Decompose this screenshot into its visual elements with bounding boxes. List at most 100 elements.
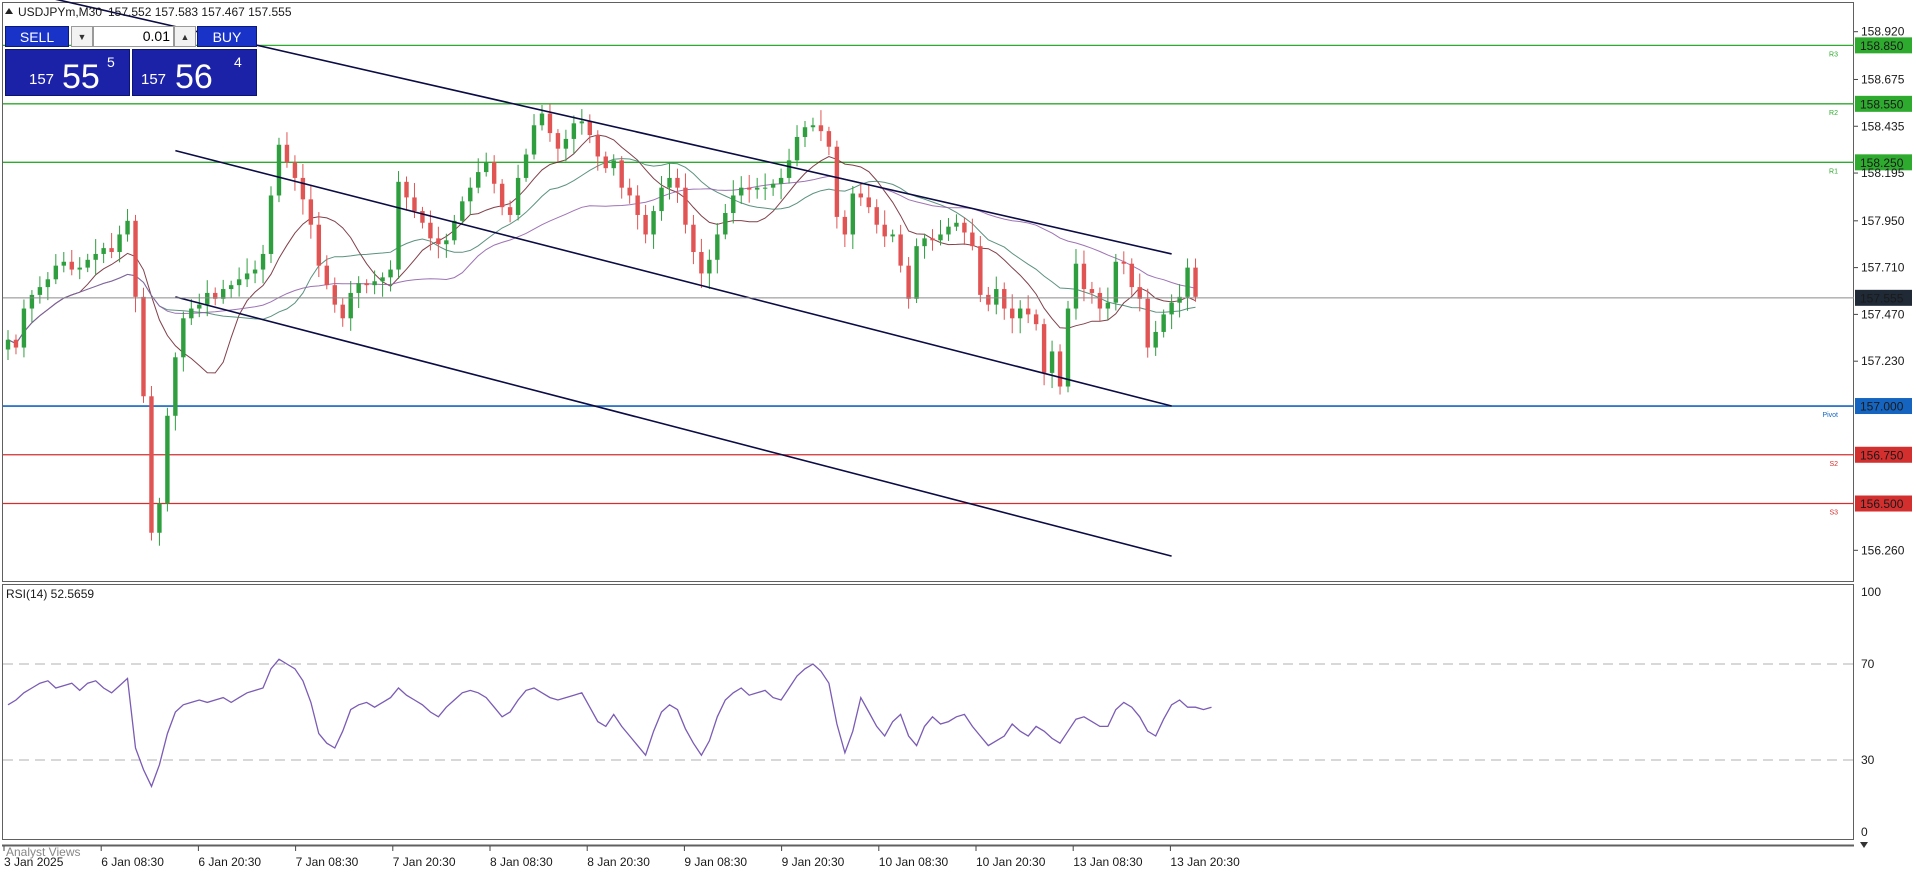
- lot-size-input[interactable]: 0.01: [93, 26, 174, 47]
- candle-body: [452, 220, 457, 241]
- candle-body: [244, 273, 250, 280]
- candle-body: [627, 187, 632, 196]
- candle-body: [747, 187, 752, 190]
- candle-body: [754, 187, 760, 190]
- trading-chart: R3158.850R2158.550R1158.250Pivot157.000S…: [2, 0, 1912, 869]
- candle-body: [412, 197, 417, 212]
- candle-body: [954, 222, 959, 227]
- candle-body: [555, 133, 561, 149]
- rsi-indicator: 100 70 30 0: [3, 585, 1881, 839]
- candle-body: [659, 187, 664, 212]
- candle-body: [61, 261, 66, 266]
- candle-body: [810, 125, 816, 128]
- lot-decrease-button[interactable]: ▼: [71, 26, 93, 47]
- candle-body: [380, 277, 385, 282]
- time-tick-label: 8 Jan 08:30: [490, 855, 553, 869]
- scroll-arrow-icon[interactable]: [1860, 842, 1868, 848]
- sell-button[interactable]: SELL: [5, 26, 69, 47]
- candle-body: [715, 234, 720, 260]
- candle-body: [986, 294, 991, 305]
- ma-fast-line: [7, 134, 1196, 374]
- candle-body: [45, 279, 51, 288]
- channel-line-3: [175, 296, 1172, 557]
- candle-body: [1193, 267, 1198, 297]
- candle-body: [356, 283, 361, 293]
- candle-body: [396, 181, 401, 270]
- rsi-tick-label: 100: [1861, 585, 1881, 599]
- rsi-tick-label: 30: [1861, 753, 1875, 767]
- current-price-label: 157.555: [1860, 291, 1904, 305]
- candle-body: [762, 187, 768, 189]
- candle-body: [444, 240, 449, 245]
- candle-body: [906, 265, 911, 299]
- time-tick-label: 9 Jan 08:30: [684, 855, 747, 869]
- candle-body: [794, 136, 800, 161]
- candle-body: [197, 304, 202, 309]
- candle-body: [340, 304, 345, 319]
- time-tick-label: 6 Jan 20:30: [198, 855, 261, 869]
- candle-body: [579, 121, 585, 124]
- candle-body: [898, 234, 903, 266]
- level-price-r2: 158.550: [1860, 97, 1904, 111]
- candle-body: [141, 296, 146, 397]
- candle-body: [970, 232, 975, 247]
- price-tick-label: 158.435: [1861, 119, 1905, 133]
- candle-body: [1065, 308, 1071, 387]
- buy-price-sup: 4: [234, 54, 242, 70]
- candle-body: [1161, 314, 1166, 332]
- level-name-r3: R3: [1829, 51, 1838, 58]
- candle-body: [643, 214, 648, 235]
- candle-body: [1017, 308, 1023, 319]
- candle-body: [117, 234, 122, 253]
- candle-body: [499, 183, 505, 208]
- rsi-title: RSI(14) 52.5659: [6, 587, 94, 601]
- collapse-arrow-icon[interactable]: [5, 8, 13, 14]
- rsi-tick-label: 70: [1861, 657, 1875, 671]
- level-name-r2: R2: [1829, 110, 1838, 117]
- candle-body: [1169, 302, 1174, 315]
- level-name-pivot: Pivot: [1822, 412, 1838, 419]
- main-chart-frame: [2, 2, 1854, 582]
- candle-body: [428, 222, 433, 239]
- candle-body: [484, 162, 489, 173]
- candle-body: [1113, 261, 1119, 303]
- candle-body: [133, 220, 138, 297]
- lot-increase-button[interactable]: ▲: [174, 26, 196, 47]
- candle-body: [53, 265, 59, 280]
- candle-body: [284, 144, 290, 163]
- level-name-s2: S2: [1829, 461, 1838, 468]
- candle-body: [348, 292, 353, 319]
- candle-body: [707, 259, 712, 274]
- candle-body: [404, 181, 409, 198]
- candle-body: [938, 234, 943, 241]
- candle-body: [372, 281, 377, 286]
- candle-body: [826, 131, 832, 147]
- candle-body: [818, 125, 824, 132]
- buy-button[interactable]: BUY: [197, 26, 257, 47]
- level-price-r3: 158.850: [1860, 39, 1904, 53]
- candle-body: [109, 248, 114, 253]
- candle-body: [181, 318, 186, 358]
- candle-body: [962, 222, 967, 233]
- candle-body: [858, 193, 863, 198]
- candle-body: [882, 224, 887, 237]
- candle-body: [770, 183, 776, 188]
- sell-price-display[interactable]: 157 55 5: [5, 49, 130, 96]
- level-price-s3: 156.500: [1860, 497, 1904, 511]
- time-tick-label: 8 Jan 20:30: [587, 855, 650, 869]
- buy-price-display[interactable]: 157 56 4: [132, 49, 257, 96]
- candle-body: [834, 146, 840, 217]
- candle-body: [611, 160, 616, 169]
- candle-body: [252, 269, 258, 274]
- candle-body: [1129, 263, 1134, 288]
- time-tick-label: 13 Jan 08:30: [1073, 855, 1143, 869]
- candle-body: [603, 156, 608, 169]
- candle-body: [1073, 263, 1079, 309]
- ma-mid-line: [7, 158, 1196, 345]
- candlesticks: [5, 104, 1198, 546]
- level-name-r1: R1: [1829, 168, 1838, 175]
- candle-body: [276, 144, 282, 196]
- candle-body: [21, 308, 27, 348]
- ohlc-values: 157.552 157.583 157.467 157.555: [108, 5, 292, 19]
- candle-body: [5, 339, 11, 350]
